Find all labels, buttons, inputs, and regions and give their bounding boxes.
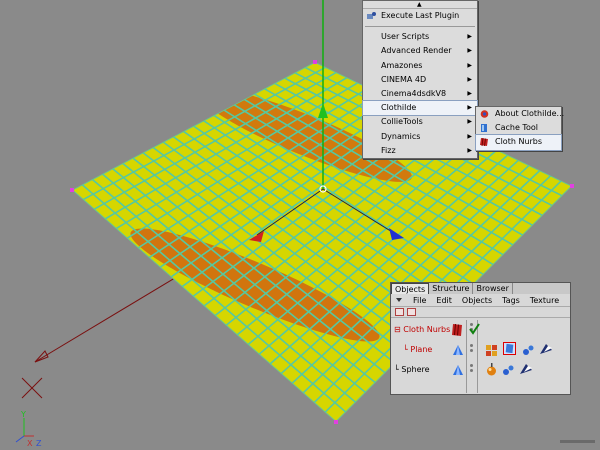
tree-branch-icon: └ [394,365,399,374]
submenu-arrow-icon: ▶ [467,33,472,41]
menu-item-cache-tool[interactable]: Cache Tool [476,121,561,135]
filter-icon[interactable] [395,308,404,316]
cloth-nurbs-icon [480,138,488,147]
menu-item-label: Advanced Render [381,46,452,56]
tab-objects[interactable]: Objects [391,283,430,294]
menu-item-advanced-render[interactable]: Advanced Render ▶ [363,44,477,58]
object-tree[interactable]: ⊟ Cloth Nurbs └ Plane └ Sphere [391,320,466,393]
texture-tag-icon[interactable] [485,344,498,357]
world-axis-gizmo: Y X Z [15,410,42,448]
render-visibility-dot[interactable] [470,369,473,372]
tree-row-sphere[interactable]: └ Sphere [394,360,463,380]
hierarchy-filter-icon[interactable] [407,308,416,316]
plane-corner-handle[interactable] [570,184,574,188]
menu-item-label: CollieTools [381,117,423,127]
menu-item-label: Amazones [381,60,423,70]
menu-edit[interactable]: Edit [436,294,452,306]
menu-item-collietools[interactable]: CollieTools ▶ [363,115,477,129]
about-icon [480,110,489,118]
render-visibility-dot[interactable] [470,349,473,352]
submenu-arrow-icon: ▶ [467,132,472,140]
object-manager-tabs: Objects Structure Browser [391,283,570,294]
sphere-object-icon [453,365,463,375]
submenu-arrow-icon: ▶ [467,118,472,126]
tree-branch-icon: └ [403,345,408,354]
collision-tag-icon[interactable] [522,344,535,357]
menu-item-amazones[interactable]: Amazones ▶ [363,59,477,73]
submenu-arrow-icon: ▶ [467,89,472,97]
menu-file[interactable]: File [413,294,426,306]
menu-item-label: About Clothilde... [495,109,565,118]
menu-item-execute-last-plugin[interactable]: Execute Last Plugin [363,9,477,23]
menu-item-label: Execute Last Plugin [381,11,460,20]
gizmo-x-label: X [27,439,33,448]
gizmo-z-label: Z [36,439,42,448]
editor-visibility-dot[interactable] [470,364,473,367]
dynamics-tag-icon[interactable] [520,362,533,375]
plugins-menu[interactable]: ▲ Execute Last Plugin User Scripts ▶ Adv… [362,0,478,159]
plane-object-icon [453,345,463,355]
object-manager-panel[interactable]: Objects Structure Browser File Edit Obje… [390,282,571,395]
menu-item-label: Cloth Nurbs [495,137,543,147]
cloth-tag-icon[interactable] [503,342,516,355]
menu-item-fizz[interactable]: Fizz ▶ [363,144,477,158]
menu-item-label: Fizz [381,145,396,155]
viewport-scroll-indicator[interactable] [560,440,595,443]
menu-item-user-scripts[interactable]: User Scripts ▶ [363,30,477,44]
tree-label: Plane [410,345,433,354]
menu-objects[interactable]: Objects [462,294,492,306]
cache-tool-icon [481,124,487,133]
menu-item-label: Cinema4dsdkV8 [381,88,447,98]
menu-separator [365,26,475,28]
plugin-icon [367,12,376,19]
panel-menu-arrow-icon[interactable] [395,294,403,307]
menu-scroll-up[interactable]: ▲ [363,1,477,9]
menu-item-cloth-nurbs[interactable]: Cloth Nurbs [475,134,562,151]
menu-item-label: Cache Tool [495,123,538,133]
submenu-arrow-icon: ▶ [467,146,472,154]
dynamics-tag-icon[interactable] [540,342,553,355]
plane-corner-handle[interactable] [313,60,317,64]
menu-item-cinema-4d[interactable]: CINEMA 4D ▶ [363,73,477,87]
object-manager-toolbar [391,307,570,318]
menu-item-cinema4dsdkv8[interactable]: Cinema4dsdkV8 ▶ [363,87,477,101]
submenu-arrow-icon: ▶ [467,47,472,55]
menu-texture[interactable]: Texture [530,294,559,306]
tree-row-cloth-nurbs[interactable]: ⊟ Cloth Nurbs [394,320,462,340]
tree-label: Cloth Nurbs [403,325,451,334]
submenu-arrow-icon: ▶ [467,61,472,69]
collapse-icon[interactable]: ⊟ [394,325,401,334]
editor-visibility-dot[interactable] [470,344,473,347]
menu-item-label: CINEMA 4D [381,74,427,84]
collision-tag-icon[interactable] [502,364,515,377]
tree-label: Sphere [401,365,430,374]
menu-tags[interactable]: Tags [502,294,520,306]
cloth-nurbs-object-icon [452,324,462,336]
menu-item-label: Dynamics [381,131,421,141]
tags-column [469,320,570,393]
material-tag-icon[interactable] [485,363,498,376]
z-axis-arrowhead [34,350,49,363]
menu-item-label: Clothilde [381,103,417,113]
submenu-arrow-icon: ▶ [467,75,472,83]
object-manager-menubar: File Edit Objects Tags Texture [391,294,570,307]
menu-item-clothilde[interactable]: Clothilde ▶ [362,100,478,117]
tab-browser[interactable]: Browser [473,283,513,294]
submenu-arrow-icon: ▶ [467,104,472,112]
plane-corner-handle[interactable] [334,420,338,424]
tab-structure[interactable]: Structure [429,283,474,294]
scroll-up-icon: ▲ [417,1,422,8]
menu-item-dynamics[interactable]: Dynamics ▶ [363,130,477,144]
menu-item-about-clothilde[interactable]: About Clothilde... [476,107,565,121]
tree-row-plane[interactable]: └ Plane [403,340,463,360]
menu-item-label: User Scripts [381,32,430,42]
enabled-check-icon[interactable] [468,322,481,335]
clothilde-submenu[interactable]: About Clothilde... Cache Tool Cloth Nurb… [475,106,565,151]
plane-corner-handle[interactable] [70,188,74,192]
gizmo-y-label: Y [20,410,26,419]
